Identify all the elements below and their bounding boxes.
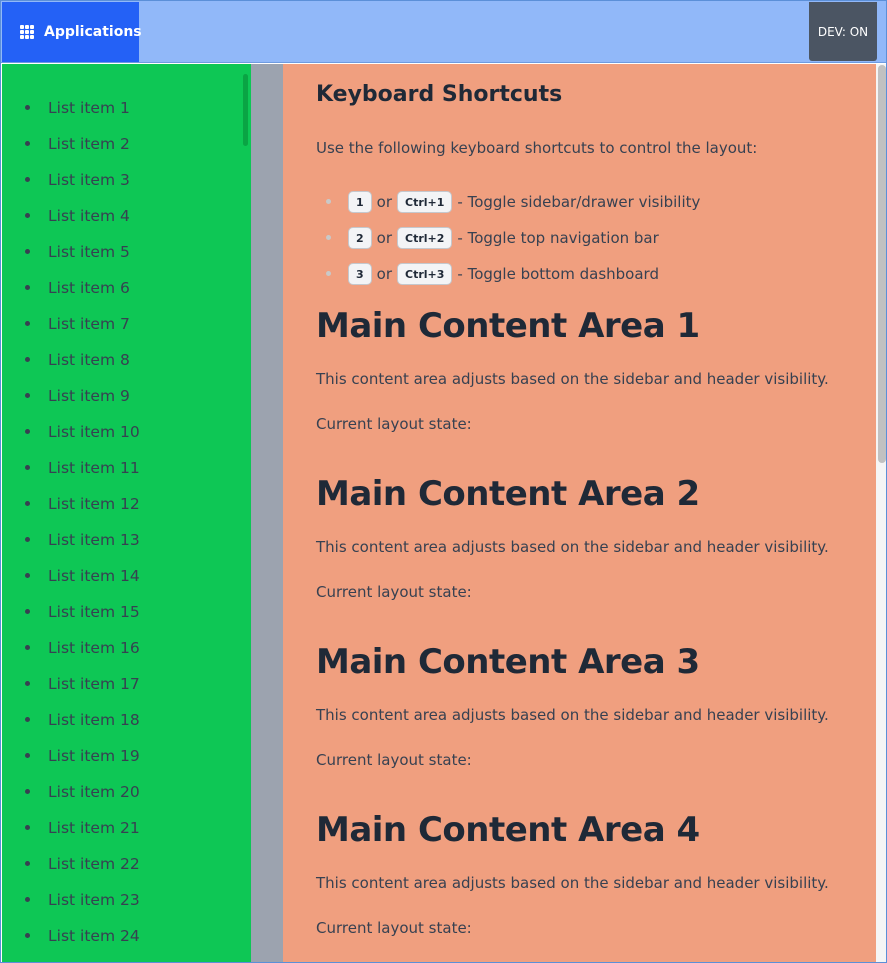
sidebar-list-item[interactable]: List item 11 <box>2 450 251 486</box>
shortcut-description: - Toggle sidebar/drawer visibility <box>457 193 701 211</box>
sidebar-list-item[interactable]: List item 25 <box>2 954 251 962</box>
sidebar-list-item[interactable]: List item 13 <box>2 522 251 558</box>
shortcut-item: 3 or Ctrl+3- Toggle bottom dashboard <box>316 256 700 292</box>
or-text: or <box>376 193 393 211</box>
section-text: This content area adjusts based on the s… <box>316 538 829 556</box>
layout-state-label: Current layout state: <box>316 583 472 601</box>
sidebar-list-item[interactable]: List item 19 <box>2 738 251 774</box>
dev-mode-toggle[interactable]: DEV: ON <box>809 2 877 61</box>
section-heading: Main Content Area 2 <box>316 474 700 514</box>
key-combo-badge: Ctrl+1 <box>397 191 453 213</box>
shortcut-item: 1 or Ctrl+1- Toggle sidebar/drawer visibil… <box>316 184 700 220</box>
sidebar-scrollbar[interactable] <box>243 74 248 146</box>
sidebar-list-item[interactable]: List item 6 <box>2 270 251 306</box>
sidebar-drawer: List item 1 List item 2 List item 3 List it… <box>2 64 251 962</box>
key-combo-badge: Ctrl+2 <box>397 227 453 249</box>
sidebar-list-item[interactable]: List item 23 <box>2 882 251 918</box>
sidebar-list-item[interactable]: List item 10 <box>2 414 251 450</box>
or-text: or <box>376 229 393 247</box>
applications-button[interactable]: Applications <box>2 2 142 62</box>
sidebar-list-item[interactable]: List item 18 <box>2 702 251 738</box>
sidebar-list-item[interactable]: List item 4 <box>2 198 251 234</box>
sidebar-list-item[interactable]: List item 8 <box>2 342 251 378</box>
keyboard-shortcuts-title: Keyboard Shortcuts <box>316 82 563 107</box>
main-scrollbar-thumb[interactable] <box>878 65 886 463</box>
key-badge: 2 <box>348 227 372 249</box>
content-gutter <box>251 64 283 962</box>
sidebar-list-item[interactable]: List item 16 <box>2 630 251 666</box>
sidebar-list-item[interactable]: List item 7 <box>2 306 251 342</box>
section-heading: Main Content Area 1 <box>316 306 700 346</box>
sidebar-list-item[interactable]: List item 9 <box>2 378 251 414</box>
app-window: Applications DEV: ON List item 1 List ite… <box>0 0 887 963</box>
sidebar-list-item[interactable]: List item 1 <box>2 90 251 126</box>
section-text: This content area adjusts based on the s… <box>316 370 829 388</box>
content-section: Main Content Area 3 This content area adj… <box>316 642 829 769</box>
content-section: Main Content Area 2 This content area adj… <box>316 474 829 601</box>
sidebar-list-item[interactable]: List item 17 <box>2 666 251 702</box>
layout-state-label: Current layout state: <box>316 919 472 937</box>
key-badge: 3 <box>348 263 372 285</box>
sidebar-list-item[interactable]: List item 20 <box>2 774 251 810</box>
key-combo-badge: Ctrl+3 <box>397 263 453 285</box>
sidebar-list-item[interactable]: List item 14 <box>2 558 251 594</box>
shortcut-description: - Toggle bottom dashboard <box>457 265 659 283</box>
shortcut-description: - Toggle top navigation bar <box>457 229 659 247</box>
content-section: Main Content Area 1 This content area adj… <box>316 306 829 433</box>
sidebar-list-item[interactable]: List item 12 <box>2 486 251 522</box>
shortcut-item: 2 or Ctrl+2- Toggle top navigation bar <box>316 220 700 256</box>
sidebar-list-item[interactable]: List item 21 <box>2 810 251 846</box>
sidebar-list-item[interactable]: List item 22 <box>2 846 251 882</box>
apps-grid-icon <box>20 25 34 39</box>
section-heading: Main Content Area 4 <box>316 810 700 850</box>
top-navigation-bar: Applications DEV: ON <box>1 1 886 63</box>
key-badge: 1 <box>348 191 372 213</box>
content-section: Main Content Area 4 This content area adj… <box>316 810 829 937</box>
layout-state-label: Current layout state: <box>316 415 472 433</box>
sidebar-list-item[interactable]: List item 2 <box>2 126 251 162</box>
section-heading: Main Content Area 3 <box>316 642 700 682</box>
main-content: Keyboard Shortcuts Use the following key… <box>283 64 876 962</box>
or-text: or <box>376 265 393 283</box>
sidebar-list-item[interactable]: List item 24 <box>2 918 251 954</box>
applications-label: Applications <box>44 24 142 40</box>
layout-state-label: Current layout state: <box>316 751 472 769</box>
sidebar-list-item[interactable]: List item 15 <box>2 594 251 630</box>
shortcut-list: 1 or Ctrl+1- Toggle sidebar/drawer visibil… <box>316 184 700 292</box>
sidebar-list-item[interactable]: List item 5 <box>2 234 251 270</box>
section-text: This content area adjusts based on the s… <box>316 874 829 892</box>
sidebar-list-item[interactable]: List item 3 <box>2 162 251 198</box>
section-text: This content area adjusts based on the s… <box>316 706 829 724</box>
keyboard-shortcuts-description: Use the following keyboard shortcuts to … <box>316 139 758 157</box>
sidebar-list: List item 1 List item 2 List item 3 List it… <box>2 64 251 962</box>
